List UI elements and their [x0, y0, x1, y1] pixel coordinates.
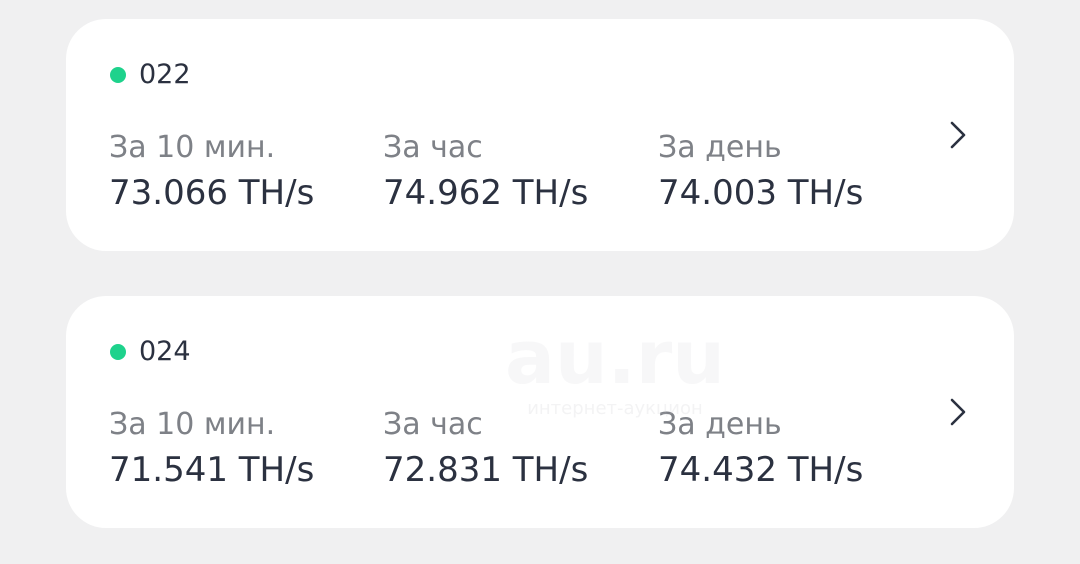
stat-label: За час	[383, 130, 483, 165]
stat-label: За день	[658, 130, 782, 165]
stat-value: 73.066 TH/s	[109, 173, 315, 213]
status-online-dot	[110, 67, 126, 83]
stat-value: 74.432 TH/s	[658, 450, 864, 490]
stat-value: 74.003 TH/s	[658, 173, 864, 213]
chevron-right-icon[interactable]	[946, 119, 970, 151]
worker-name: 022	[139, 59, 191, 90]
stat-value: 71.541 TH/s	[109, 450, 315, 490]
chevron-right-icon[interactable]	[946, 396, 970, 428]
stat-label: За 10 мин.	[109, 130, 276, 165]
stat-hour: За час 72.831 TH/s	[383, 406, 588, 492]
worker-header: 022	[110, 59, 191, 91]
stat-10-min: За 10 мин. 71.541 TH/s	[109, 406, 314, 492]
stat-10-min: За 10 мин. 73.066 TH/s	[109, 129, 314, 215]
worker-header: 024	[110, 336, 191, 368]
stat-day: За день 74.432 TH/s	[658, 406, 863, 492]
stat-label: За час	[383, 407, 483, 442]
worker-name: 024	[139, 336, 191, 367]
worker-card-022[interactable]: 022 За 10 мин. 73.066 TH/s За час 74.962…	[66, 19, 1014, 251]
worker-card-024[interactable]: 024 За 10 мин. 71.541 TH/s За час 72.831…	[66, 296, 1014, 528]
stat-value: 74.962 TH/s	[383, 173, 589, 213]
stat-label: За 10 мин.	[109, 407, 276, 442]
stat-value: 72.831 TH/s	[383, 450, 589, 490]
status-online-dot	[110, 344, 126, 360]
stat-day: За день 74.003 TH/s	[658, 129, 863, 215]
stat-hour: За час 74.962 TH/s	[383, 129, 588, 215]
stat-label: За день	[658, 407, 782, 442]
